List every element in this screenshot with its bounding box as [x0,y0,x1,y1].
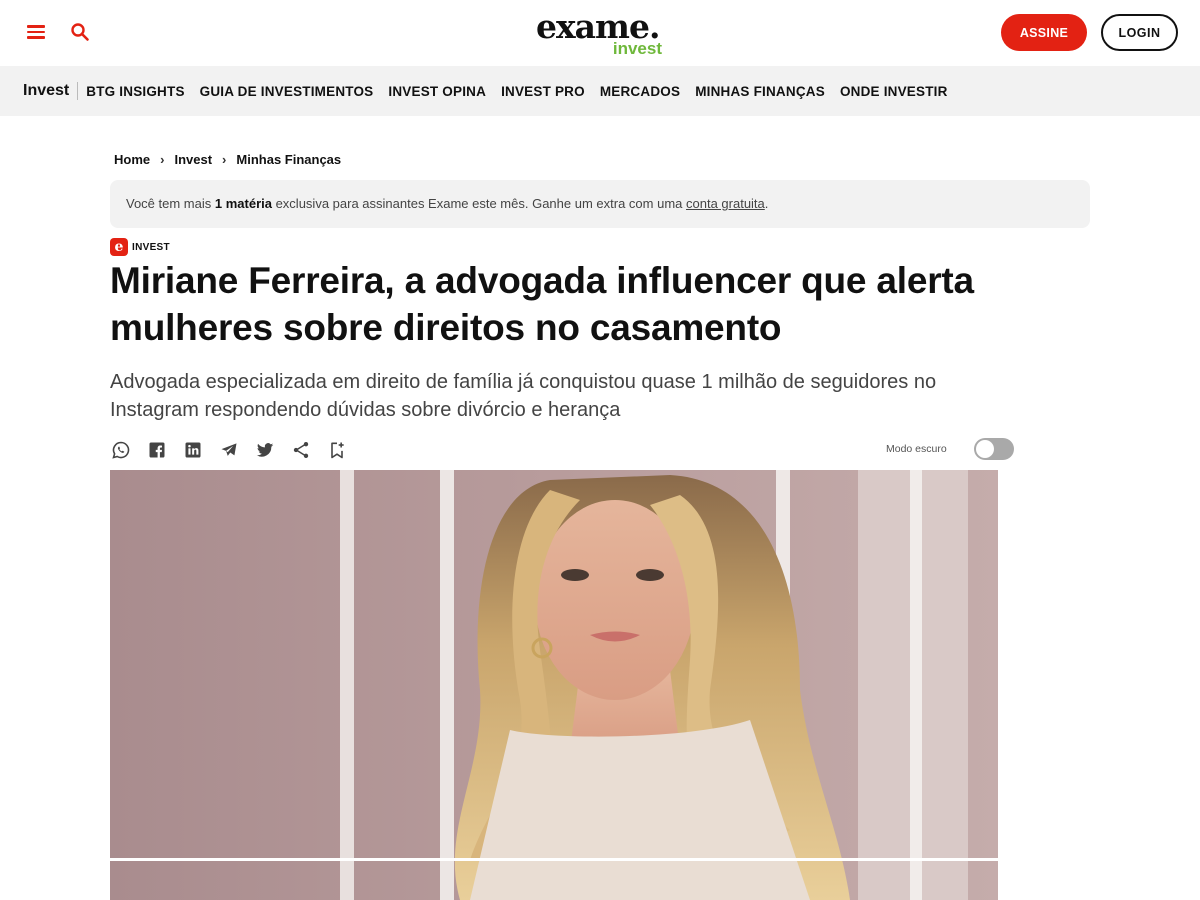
article-hero-image [110,470,998,900]
dark-mode-control: Modo escuro [886,438,1014,460]
breadcrumb-separator: › [160,152,165,167]
linkedin-icon[interactable] [182,439,204,461]
nav-item-mercados[interactable]: MERCADOS [600,84,680,99]
hero-photo-illustration [110,470,998,900]
breadcrumb-separator: › [222,152,227,167]
nav-item-minhas-financas[interactable]: MINHAS FINANÇAS [695,84,825,99]
article-subtitle: Advogada especializada em direito de fam… [110,371,937,421]
free-account-link[interactable]: conta gratuita [686,196,765,211]
tag-label: INVEST [132,241,170,253]
section-nav: Invest BTG INSIGHTS GUIA DE INVESTIMENTO… [0,66,1200,116]
whatsapp-icon[interactable] [110,439,132,461]
search-icon[interactable] [68,20,92,44]
notice-middle: exclusiva para assinantes Exame este mês… [271,196,686,211]
exame-e-icon: e [110,238,128,256]
notice-prefix: Você tem mais [126,196,215,211]
exame-invest-logo[interactable]: exame. invest [536,8,666,60]
notice-suffix: . [764,196,769,211]
nav-item-btg-insights[interactable]: BTG INSIGHTS [86,84,184,99]
site-header: exame. invest ASSINE LOGIN [0,0,1200,66]
facebook-icon[interactable] [146,439,168,461]
nav-item-invest-opina[interactable]: INVEST OPINA [388,84,486,99]
toggle-knob [975,440,994,458]
share-icon[interactable] [290,439,312,461]
article-title: Miriane Ferreira, a advogada influencer … [110,260,974,348]
logo-sub-text: invest [612,39,662,58]
dark-mode-label: Modo escuro [886,443,947,455]
nav-item-guia-investimentos[interactable]: GUIA DE INVESTIMENTOS [200,84,374,99]
breadcrumb: Home › Invest › Minhas Finanças [114,152,341,167]
bookmark-add-icon[interactable] [326,439,348,461]
breadcrumb-home[interactable]: Home [114,152,150,167]
subscribe-button[interactable]: ASSINE [1001,14,1087,51]
paywall-notice: Você tem mais 1 matéria exclusiva para a… [110,180,1090,228]
nav-item-onde-investir[interactable]: ONDE INVESTIR [840,84,948,99]
dark-mode-toggle[interactable] [973,438,1014,460]
notice-bold: 1 matéria [214,196,272,211]
twitter-icon[interactable] [254,439,276,461]
article-section-tag[interactable]: e INVEST [110,238,170,256]
breadcrumb-invest[interactable]: Invest [174,152,212,167]
share-bar [110,437,362,463]
nav-item-invest-pro[interactable]: INVEST PRO [501,84,585,99]
nav-home-invest[interactable]: Invest [23,82,79,100]
breadcrumb-minhas-financas[interactable]: Minhas Finanças [236,152,341,167]
hamburger-menu-icon[interactable] [26,22,48,42]
login-button[interactable]: LOGIN [1101,14,1178,51]
telegram-icon[interactable] [218,439,240,461]
